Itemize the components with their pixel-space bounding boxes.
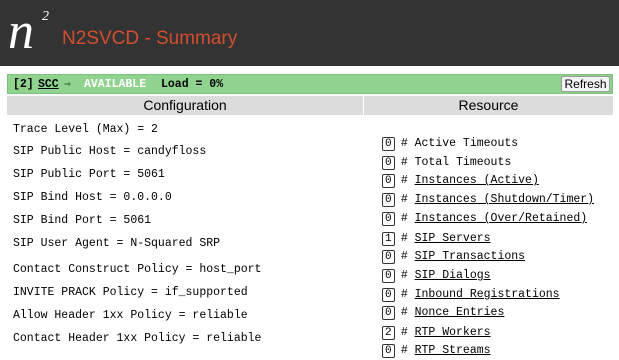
instance-load: Load = 0% (161, 78, 224, 91)
config-item: SIP Bind Port = 5061 (13, 214, 152, 227)
resource-count: 0 (381, 344, 395, 358)
config-item: Allow Header 1xx Policy = reliable (13, 309, 248, 322)
resource-row: 0 # Active Timeouts (368, 123, 518, 151)
refresh-button[interactable]: Refresh (561, 76, 610, 92)
config-item: Contact Header 1xx Policy = reliable (13, 332, 262, 345)
instance-state: AVAILABLE (84, 78, 147, 91)
resource-row: 1 # SIP Servers (368, 218, 491, 246)
resource-row: 0 # Nonce Entries (368, 292, 504, 320)
resource-row: 0 # Inbound Registrations (368, 274, 560, 302)
config-item: INVITE PRACK Policy = if_supported (13, 286, 248, 299)
resource-link[interactable]: RTP Streams (415, 344, 491, 357)
resource-row: 0 # RTP Streams (368, 330, 491, 358)
resource-row: 2 # RTP Workers (368, 312, 491, 340)
resource-column-header: Resource (364, 96, 613, 115)
n2-logo-superscript: 2 (42, 9, 49, 24)
config-item: SIP Public Port = 5061 (13, 168, 165, 181)
configuration-column-header: Configuration (7, 96, 363, 115)
config-item: Contact Construct Policy = host_port (13, 263, 262, 276)
config-item: SIP User Agent = N-Squared SRP (13, 237, 221, 250)
app-header: n 2 N2SVCD - Summary (0, 0, 619, 66)
resource-row: 0 # Instances (Active) (368, 160, 539, 188)
page-title: N2SVCD - Summary (62, 28, 238, 49)
instance-arrow-icon: ⇒ (64, 78, 71, 91)
instance-status-bar: [2] SCC ⇒ AVAILABLE Load = 0% Refresh (7, 74, 613, 94)
instance-name-link[interactable]: SCC (38, 78, 59, 92)
resource-row: 0 # SIP Transactions (368, 236, 525, 264)
n2-logo: n (8, 3, 34, 60)
config-item: SIP Bind Host = 0.0.0.0 (13, 191, 172, 204)
config-item: Trace Level (Max) = 2 (13, 123, 158, 136)
resource-row: 0 # Instances (Over/Retained) (368, 198, 587, 226)
config-item: SIP Public Host = candyfloss (13, 145, 207, 158)
resource-row: 0 # Instances (Shutdown/Timer) (368, 179, 594, 207)
instance-index: [2] (13, 78, 34, 91)
resource-row: 0 # Total Timeouts (368, 142, 511, 170)
resource-row: 0 # SIP Dialogs (368, 255, 491, 283)
